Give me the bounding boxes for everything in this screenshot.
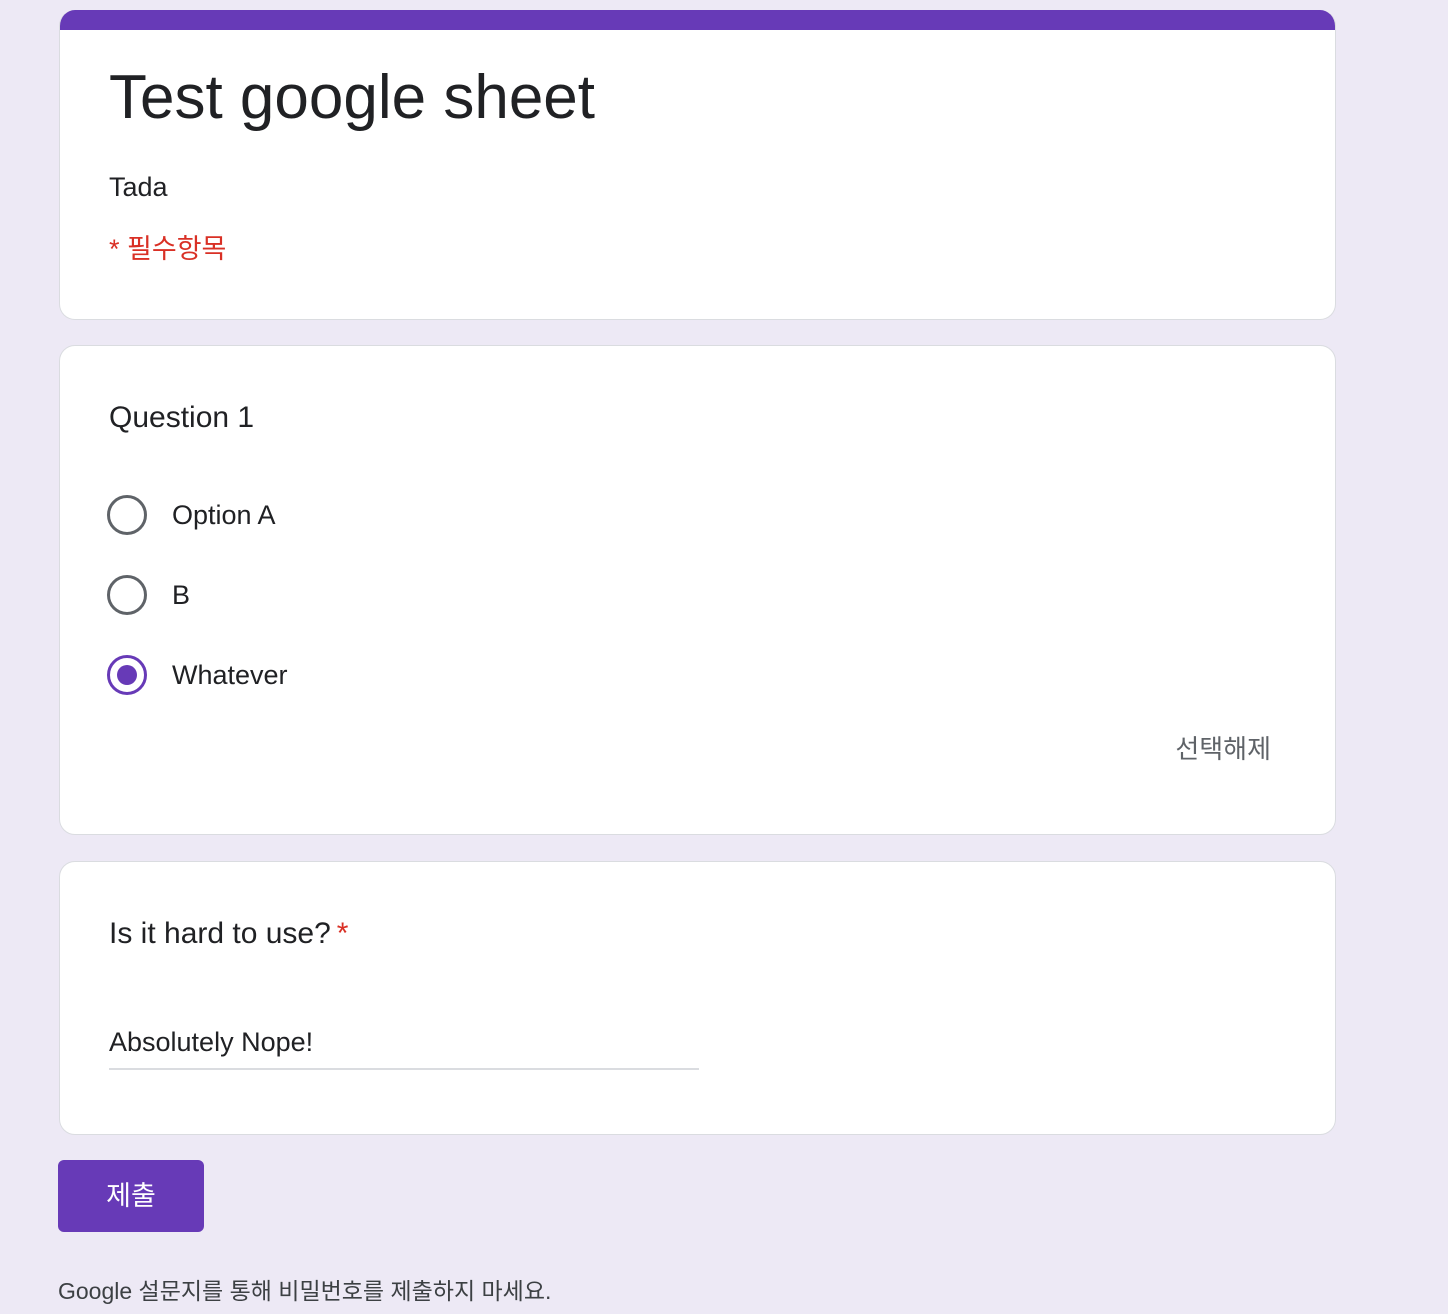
short-answer-input[interactable]: Absolutely Nope! — [109, 1022, 699, 1070]
question-card-2: Is it hard to use? * Absolutely Nope! — [59, 861, 1336, 1135]
form-title: Test google sheet — [109, 63, 596, 132]
radio-option-whatever[interactable]: Whatever — [107, 653, 288, 697]
radio-button[interactable] — [107, 575, 147, 615]
form-description: Tada — [109, 172, 168, 202]
header-accent-bar — [60, 10, 1335, 30]
password-warning-note: Google 설문지를 통해 비밀번호를 제출하지 마세요. — [58, 1278, 552, 1304]
required-asterisk: * — [336, 917, 349, 950]
form-header-card: Test google sheet Tada * 필수항목 — [59, 10, 1336, 320]
radio-option-a[interactable]: Option A — [107, 493, 276, 537]
option-label: Option A — [172, 500, 276, 530]
required-note: * 필수항목 — [109, 234, 227, 264]
clear-selection-button[interactable]: 선택해제 — [1175, 732, 1271, 766]
option-label: Whatever — [172, 660, 288, 690]
option-label: B — [172, 580, 191, 610]
question-card-1: Question 1 Option A B Whatever 선택해제 — [59, 345, 1336, 835]
submit-button[interactable]: 제출 — [58, 1160, 204, 1232]
radio-option-b[interactable]: B — [107, 573, 190, 617]
radio-button-checked[interactable] — [107, 655, 147, 695]
question-title: Question 1 — [109, 401, 255, 434]
radio-button[interactable] — [107, 495, 147, 535]
question-title: Is it hard to use? — [109, 917, 331, 950]
question-title-wrapper: Is it hard to use? * — [109, 915, 348, 953]
answer-value[interactable]: Absolutely Nope! — [109, 1025, 313, 1059]
